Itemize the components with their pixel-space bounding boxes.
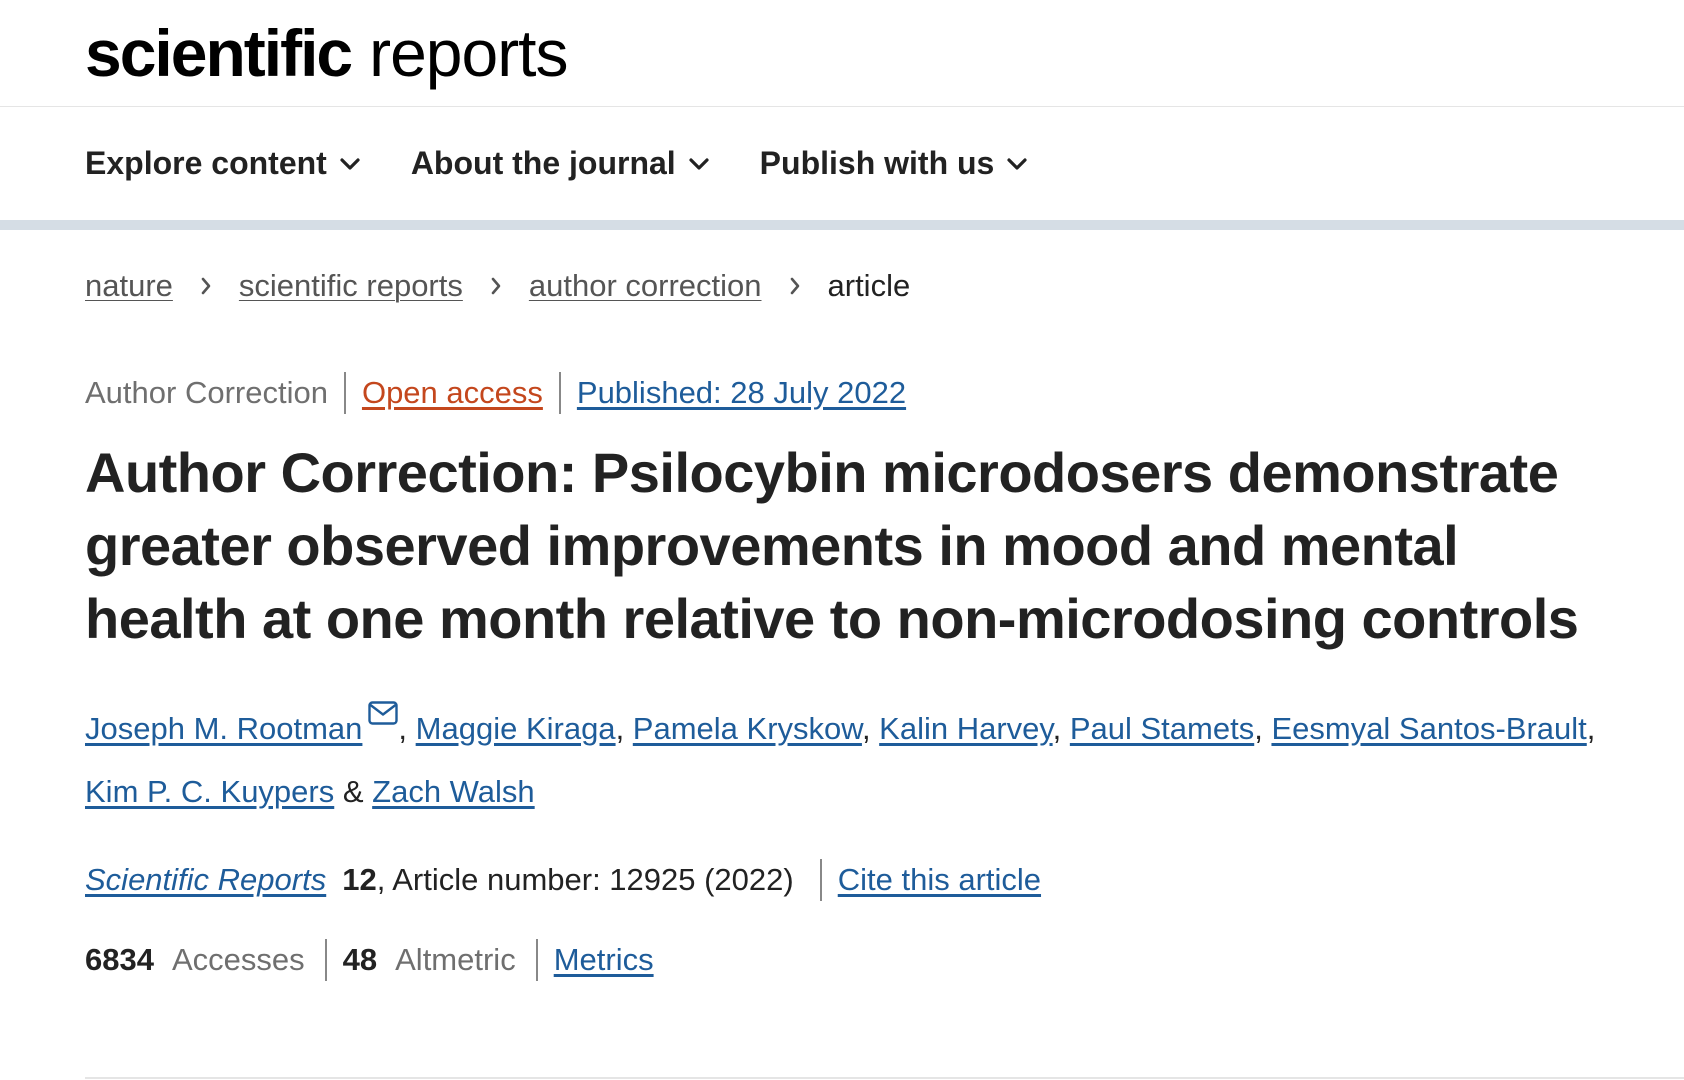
nav-publish-with-us[interactable]: Publish with us	[760, 145, 1029, 182]
breadcrumb: nature scientific reports author correct…	[0, 268, 1684, 304]
metrics-divider	[535, 939, 538, 981]
nav-explore-content[interactable]: Explore content	[85, 145, 361, 182]
author-separator-and: &	[334, 774, 373, 809]
journal-link[interactable]: Scientific Reports	[85, 862, 326, 898]
metrics-bar: 6834 Accesses 48 Altmetric Metrics	[0, 939, 1684, 981]
accesses-label: Accesses	[171, 942, 305, 977]
altmetric-label: Altmetric	[395, 942, 516, 977]
chevron-right-icon	[790, 277, 799, 295]
breadcrumb-author-correction[interactable]: author correction	[529, 268, 762, 304]
author-separator: ,	[861, 711, 880, 746]
nav-label: Explore content	[85, 145, 327, 181]
published-date-link[interactable]: Published: 28 July 2022	[577, 375, 906, 411]
main-nav: Explore content About the journal Publis…	[0, 107, 1684, 230]
chevron-right-icon	[491, 277, 501, 295]
author-link[interactable]: Kim P. C. Kuypers	[85, 774, 334, 809]
author-link[interactable]: Maggie Kiraga	[416, 711, 616, 746]
section-divider	[85, 1077, 1684, 1079]
metrics-divider	[324, 939, 327, 981]
mail-icon[interactable]	[368, 701, 399, 725]
author-link[interactable]: Kalin Harvey	[879, 711, 1052, 746]
nav-about-journal[interactable]: About the journal	[411, 145, 710, 182]
metrics-link[interactable]: Metrics	[554, 942, 654, 978]
cite-this-article-link[interactable]: Cite this article	[838, 862, 1041, 898]
article-main: nature scientific reports author correct…	[0, 268, 1684, 1079]
chevron-right-icon	[201, 277, 211, 295]
author-separator: ,	[615, 711, 633, 746]
author-link[interactable]: Zach Walsh	[372, 774, 535, 809]
meta-divider	[558, 372, 561, 414]
article-title: Author Correction: Psilocybin microdoser…	[85, 441, 1579, 650]
author-link[interactable]: Joseph M. Rootman	[85, 711, 362, 746]
citation-line: Scientific Reports 12, Article number: 1…	[0, 859, 1684, 901]
breadcrumb-scientific-reports[interactable]: scientific reports	[239, 268, 463, 304]
citation-divider	[819, 859, 822, 901]
author-link[interactable]: Eesmyal Santos-Brault	[1271, 711, 1586, 746]
author-separator: ,	[1586, 711, 1596, 746]
open-access-link[interactable]: Open access	[362, 375, 543, 411]
author-separator: ,	[398, 711, 416, 746]
article-meta: Author Correction Open access Published:…	[0, 372, 1684, 414]
author-link[interactable]: Paul Stamets	[1070, 711, 1254, 746]
breadcrumb-nature[interactable]: nature	[85, 268, 173, 304]
meta-divider	[343, 372, 346, 414]
author-link[interactable]: Pamela Kryskow	[633, 711, 862, 746]
nav-label: About the journal	[410, 145, 676, 181]
volume-number: 12	[342, 862, 377, 897]
article-number: , Article number: 12925 (2022)	[376, 862, 794, 897]
author-separator: ,	[1254, 711, 1272, 746]
altmetric-score: 48	[342, 942, 378, 977]
logo-bold-text: scientific	[85, 16, 353, 90]
site-header: scientific reports Explore content About …	[0, 0, 1684, 230]
chevron-down-icon	[1007, 157, 1027, 170]
logo-light-text: reports	[369, 16, 568, 90]
article-type: Author Correction	[85, 375, 328, 410]
logo-bar: scientific reports	[0, 0, 1684, 107]
chevron-down-icon	[340, 157, 360, 170]
chevron-down-icon	[689, 157, 709, 170]
journal-logo[interactable]: scientific reports	[85, 20, 569, 86]
breadcrumb-current: article	[827, 268, 911, 303]
author-separator: ,	[1052, 711, 1070, 746]
nav-label: Publish with us	[759, 145, 995, 181]
accesses-count: 6834	[85, 942, 154, 977]
author-list: Joseph M. Rootman, Maggie Kiraga, Pamela…	[0, 697, 1684, 823]
